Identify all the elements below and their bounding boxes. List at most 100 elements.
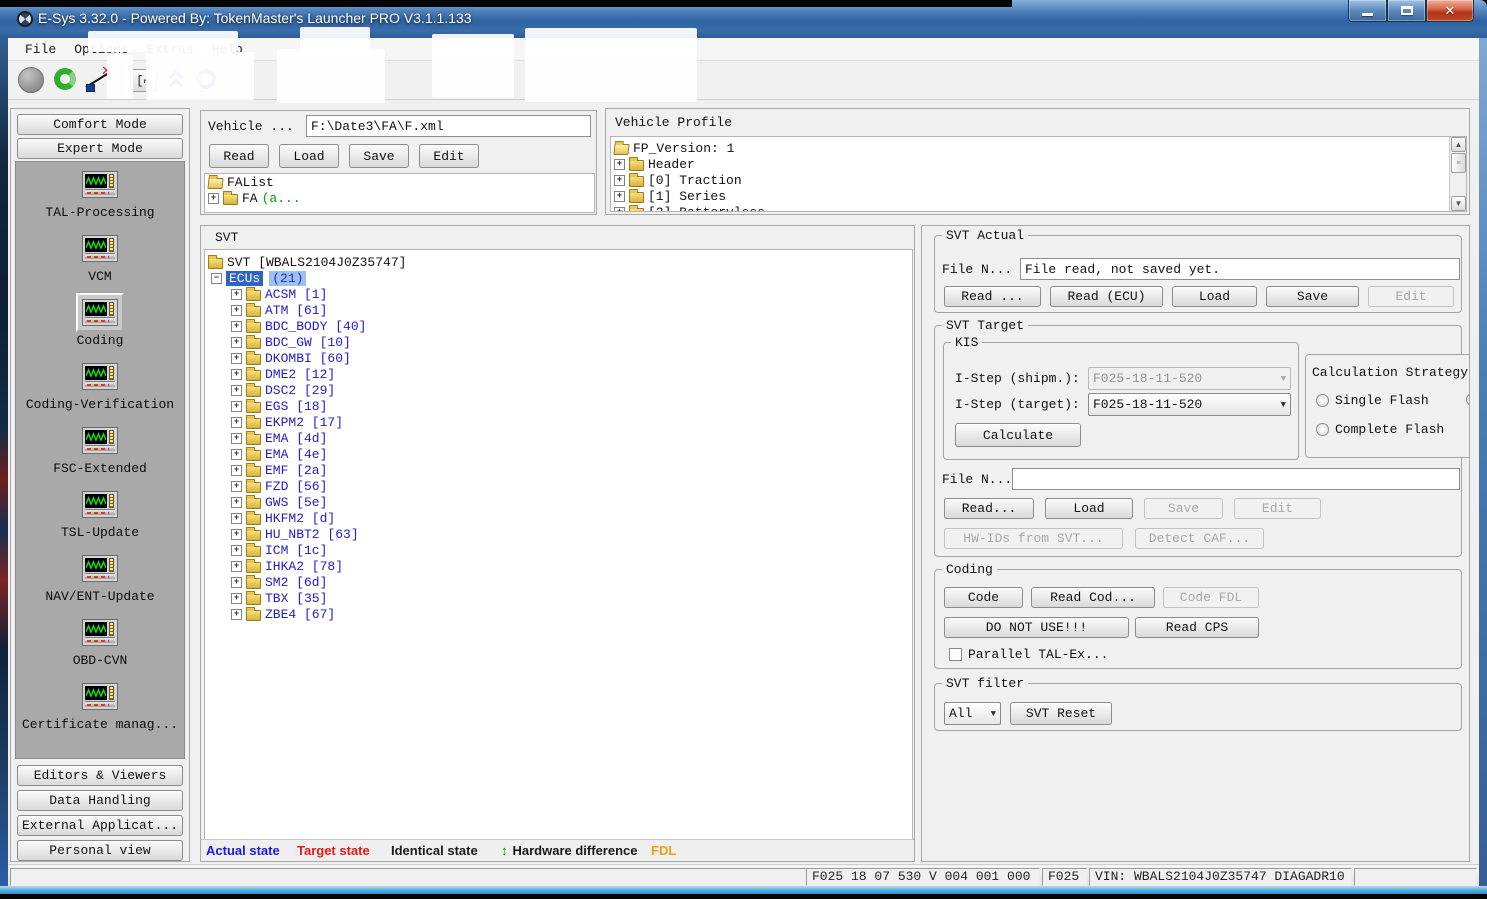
token-icon[interactable] <box>165 67 189 93</box>
sidebar-item-tsl-update[interactable]: TSL-Update <box>61 485 139 540</box>
sidebar-item-fsc-extended[interactable]: FSC-Extended <box>53 421 147 476</box>
ecu-tree-item-zbe4-67[interactable]: +ZBE4 [67] <box>205 606 912 622</box>
ecu-tree-item-dsc2-29[interactable]: +DSC2 [29] <box>205 382 912 398</box>
profile-tree-item-header[interactable]: +Header <box>611 156 1466 172</box>
sidebar-item-vcm[interactable]: VCM <box>76 229 124 284</box>
expand-icon[interactable]: + <box>231 513 242 524</box>
editors-viewers-button[interactable]: Editors & Viewers <box>17 765 183 786</box>
svt-target-file-input[interactable] <box>1012 468 1460 490</box>
menu-file[interactable]: File <box>16 40 65 59</box>
sidebar-item-obd-cvn[interactable]: OBD-CVN <box>73 613 128 668</box>
ecu-tree-item-bdc-gw-10[interactable]: +BDC_GW [10] <box>205 334 912 350</box>
fa-read-button[interactable]: Read <box>209 144 269 168</box>
expand-icon[interactable]: + <box>231 337 242 348</box>
ecu-tree-item-gws-5e[interactable]: +GWS [5e] <box>205 494 912 510</box>
expand-icon[interactable]: + <box>231 593 242 604</box>
expand-icon[interactable]: + <box>231 353 242 364</box>
expand-icon[interactable]: + <box>614 159 625 170</box>
comm-status-icon[interactable] <box>196 69 216 89</box>
expand-icon[interactable]: + <box>231 289 242 300</box>
ecu-tree-item-acsm-1[interactable]: +ACSM [1] <box>205 286 912 302</box>
svt-tree-ecus-selected[interactable]: − ECUs (21) <box>205 270 912 286</box>
sidebar-item-tal-processing[interactable]: TAL-Processing <box>45 165 154 220</box>
menu-help[interactable]: Help <box>203 40 252 59</box>
profile-tree-item-2-batteryless[interactable]: +[2] Batteryless <box>611 204 1466 212</box>
expand-icon[interactable]: + <box>231 369 242 380</box>
vehicle-path-input[interactable] <box>306 115 591 137</box>
expand-icon[interactable]: + <box>231 417 242 428</box>
expand-icon[interactable]: + <box>231 305 242 316</box>
expand-icon[interactable]: + <box>231 401 242 412</box>
ecu-tree-item-ema-4e[interactable]: +EMA [4e] <box>205 446 912 462</box>
fa-save-button[interactable]: Save <box>349 144 409 168</box>
sidebar-item-coding-verification[interactable]: Coding-Verification <box>26 357 174 412</box>
read-cod-button[interactable]: Read Cod... <box>1031 587 1155 608</box>
ecu-tree-item-egs-18[interactable]: +EGS [18] <box>205 398 912 414</box>
scroll-down-button[interactable]: ▼ <box>1451 196 1466 211</box>
maximize-button[interactable] <box>1387 0 1426 22</box>
radio-complete-flash[interactable]: Complete Flash <box>1316 422 1444 437</box>
read-cps-button[interactable]: Read CPS <box>1135 617 1259 638</box>
radio-single-flash[interactable]: Single Flash <box>1316 393 1429 408</box>
ecu-tree-item-emf-2a[interactable]: +EMF [2a] <box>205 462 912 478</box>
svt-actual-file-input[interactable] <box>1020 258 1460 280</box>
fa-tree-item-fa[interactable]: + FA (a... <box>205 190 594 206</box>
ecu-tree-item-dme2-12[interactable]: +DME2 [12] <box>205 366 912 382</box>
expand-icon[interactable]: + <box>231 385 242 396</box>
scroll-up-button[interactable]: ▲ <box>1451 137 1466 152</box>
connection-config-icon[interactable] <box>54 68 76 90</box>
scroll-thumb[interactable]: ≡ <box>1451 153 1466 173</box>
do-not-use-button[interactable]: DO NOT USE!!! <box>944 617 1129 638</box>
ecu-tree-item-ihka2-78[interactable]: +IHKA2 [78] <box>205 558 912 574</box>
expand-icon[interactable]: + <box>614 207 625 213</box>
sidebar-item-coding[interactable]: Coding <box>76 293 124 348</box>
expand-icon[interactable]: + <box>208 193 219 204</box>
expand-icon[interactable]: + <box>231 529 242 540</box>
profile-tree-item-fp-version-1[interactable]: FP_Version: 1 <box>611 140 1466 156</box>
read-button[interactable]: Read ... <box>944 286 1041 307</box>
ecu-tree-item-tbx-35[interactable]: +TBX [35] <box>205 590 912 606</box>
external-applications-button[interactable]: External Applicat... <box>17 815 183 836</box>
minimize-button[interactable] <box>1348 0 1387 22</box>
svt-filter-dropdown[interactable]: All ▼ <box>944 702 1001 725</box>
close-button[interactable]: ✕ <box>1426 0 1474 22</box>
expand-icon[interactable]: + <box>231 545 242 556</box>
expand-icon[interactable]: + <box>231 481 242 492</box>
connect-icon[interactable] <box>18 67 44 93</box>
ecu-tree-item-hu-nbt2-63[interactable]: +HU_NBT2 [63] <box>205 526 912 542</box>
load-button[interactable]: Load <box>1172 286 1257 307</box>
expand-icon[interactable]: + <box>231 449 242 460</box>
expand-icon[interactable]: + <box>231 609 242 620</box>
read-button[interactable]: Read... <box>944 498 1034 519</box>
profile-tree-item-1-series[interactable]: +[1] Series <box>611 188 1466 204</box>
expand-icon[interactable]: + <box>614 175 625 186</box>
ecu-tree-item-fzd-56[interactable]: +FZD [56] <box>205 478 912 494</box>
sidebar-item-certificate-manag[interactable]: Certificate manag... <box>22 677 178 732</box>
personal-view-button[interactable]: Personal view <box>17 840 183 861</box>
sidebar-item-nav-ent-update[interactable]: NAV/ENT-Update <box>45 549 154 604</box>
profile-tree-item-0-traction[interactable]: +[0] Traction <box>611 172 1466 188</box>
expert-mode-button[interactable]: Expert Mode <box>17 138 183 159</box>
expand-icon[interactable]: + <box>231 497 242 508</box>
profile-scrollbar[interactable]: ▲ ≡ ▼ <box>1449 137 1466 211</box>
collapse-icon[interactable]: − <box>211 273 222 284</box>
svt-tree-root[interactable]: SVT [WBALS2104J0Z35747] <box>205 254 912 270</box>
comfort-mode-button[interactable]: Comfort Mode <box>17 114 183 135</box>
load-button[interactable]: Load <box>1045 498 1133 519</box>
fa-tree-root[interactable]: FAList <box>205 174 594 190</box>
svt-reset-button[interactable]: SVT Reset <box>1010 702 1112 725</box>
expand-icon[interactable]: + <box>231 577 242 588</box>
menu-extras[interactable]: Extras <box>138 40 203 59</box>
ecu-tree-item-sm2-6d[interactable]: +SM2 [6d] <box>205 574 912 590</box>
save-button[interactable]: Save <box>1266 286 1359 307</box>
ecu-tree-item-bdc-body-40[interactable]: +BDC_BODY [40] <box>205 318 912 334</box>
expand-icon[interactable]: + <box>231 433 242 444</box>
expand-icon[interactable]: + <box>231 561 242 572</box>
ecu-tree-item-dkombi-60[interactable]: +DKOMBI [60] <box>205 350 912 366</box>
disconnect-icon[interactable]: ✕ <box>84 66 112 94</box>
ecu-tree-item-atm-61[interactable]: +ATM [61] <box>205 302 912 318</box>
expand-icon[interactable]: + <box>614 191 625 202</box>
parallel-tal-checkbox[interactable]: Parallel TAL-Ex... <box>949 647 1108 662</box>
calculate-button[interactable]: Calculate <box>955 423 1081 447</box>
ecu-tree-item-ema-4d[interactable]: +EMA [4d] <box>205 430 912 446</box>
